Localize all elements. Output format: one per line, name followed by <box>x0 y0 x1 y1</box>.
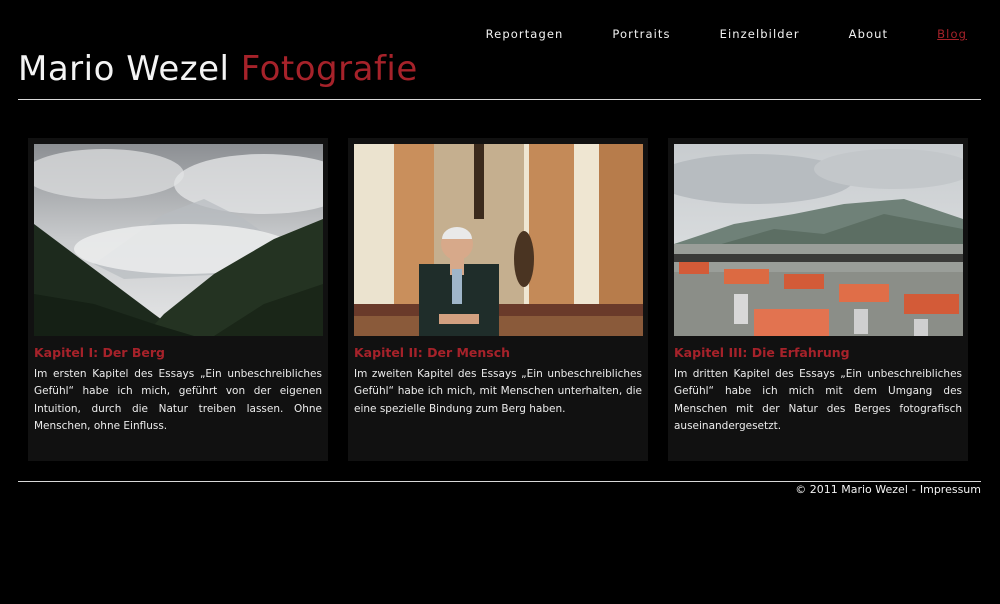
main-nav: Reportagen Portraits Einzelbilder About … <box>437 26 967 42</box>
nav-about[interactable]: About <box>849 26 889 42</box>
nav-blog[interactable]: Blog <box>937 26 967 42</box>
footer: © 2011 Mario Wezel - Impressum <box>795 482 981 498</box>
site-logo[interactable]: Mario Wezel Fotografie <box>18 48 418 90</box>
terrace-photo[interactable] <box>674 144 963 336</box>
impressum-link[interactable]: Impressum <box>920 482 981 498</box>
chapter-card-1[interactable]: Kapitel I: Der Berg Im ersten Kapitel de… <box>28 138 328 461</box>
chapter-title-1[interactable]: Kapitel I: Der Berg <box>34 345 165 361</box>
portrait-photo[interactable] <box>354 144 643 336</box>
brand-accent: Fotografie <box>240 49 418 89</box>
header-divider <box>18 99 981 100</box>
chapter-title-3[interactable]: Kapitel III: Die Erfahrung <box>674 345 850 361</box>
brand-name: Mario Wezel <box>18 49 230 89</box>
chapter-title-2[interactable]: Kapitel II: Der Mensch <box>354 345 510 361</box>
chapter-card-3[interactable]: Kapitel III: Die Erfahrung Im dritten Ka… <box>668 138 968 461</box>
mountain-photo[interactable] <box>34 144 323 336</box>
chapter-text-1: Im ersten Kapitel des Essays „Ein unbesc… <box>34 368 322 433</box>
nav-portraits[interactable]: Portraits <box>612 26 670 42</box>
footer-separator: - <box>911 483 916 496</box>
nav-einzelbilder[interactable]: Einzelbilder <box>720 26 800 42</box>
nav-reportagen[interactable]: Reportagen <box>486 26 564 42</box>
chapter-text-3: Im dritten Kapitel des Essays „Ein unbes… <box>674 368 962 433</box>
chapter-text-2: Im zweiten Kapitel des Essays „Ein unbes… <box>354 368 642 415</box>
chapter-card-2[interactable]: Kapitel II: Der Mensch Im zweiten Kapite… <box>348 138 648 461</box>
copyright-text: © 2011 Mario Wezel <box>795 483 908 496</box>
